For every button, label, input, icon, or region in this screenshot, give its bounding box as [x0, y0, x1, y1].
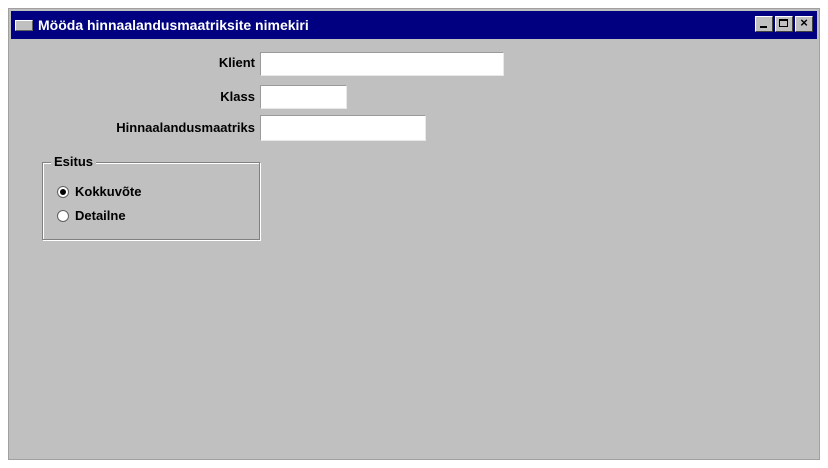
radio-unselected-icon[interactable]	[57, 209, 69, 222]
option-kokkuvote-label: Kokkuvõte	[75, 184, 142, 199]
klass-input[interactable]	[260, 85, 347, 109]
minimize-icon	[760, 26, 767, 28]
matrix-input[interactable]	[260, 115, 426, 141]
close-icon: ×	[800, 15, 808, 30]
window-controls: ×	[755, 15, 813, 32]
klient-input[interactable]	[260, 52, 504, 76]
minimize-button[interactable]	[755, 16, 773, 32]
esitus-group: Esitus Kokkuvõte Detailne	[42, 154, 260, 240]
option-kokkuvote[interactable]: Kokkuvõte	[57, 184, 141, 199]
klient-label: Klient	[218, 55, 255, 70]
klass-label: Klass	[220, 89, 255, 104]
option-detailne[interactable]: Detailne	[57, 208, 126, 223]
maximize-button[interactable]	[775, 16, 793, 32]
report-window: Mööda hinnaalandusmaatriksite nimekiri ×…	[8, 8, 820, 460]
title-bar[interactable]: Mööda hinnaalandusmaatriksite nimekiri ×	[11, 11, 817, 39]
esitus-group-title: Esitus	[51, 154, 97, 169]
close-button[interactable]: ×	[795, 15, 813, 32]
matrix-label: Hinnaalandusmaatriks	[116, 120, 255, 135]
maximize-icon	[779, 19, 788, 27]
option-detailne-label: Detailne	[75, 208, 126, 223]
radio-selected-icon[interactable]	[57, 185, 69, 198]
window-menu-icon[interactable]	[15, 19, 33, 31]
window-title: Mööda hinnaalandusmaatriksite nimekiri	[38, 17, 309, 33]
